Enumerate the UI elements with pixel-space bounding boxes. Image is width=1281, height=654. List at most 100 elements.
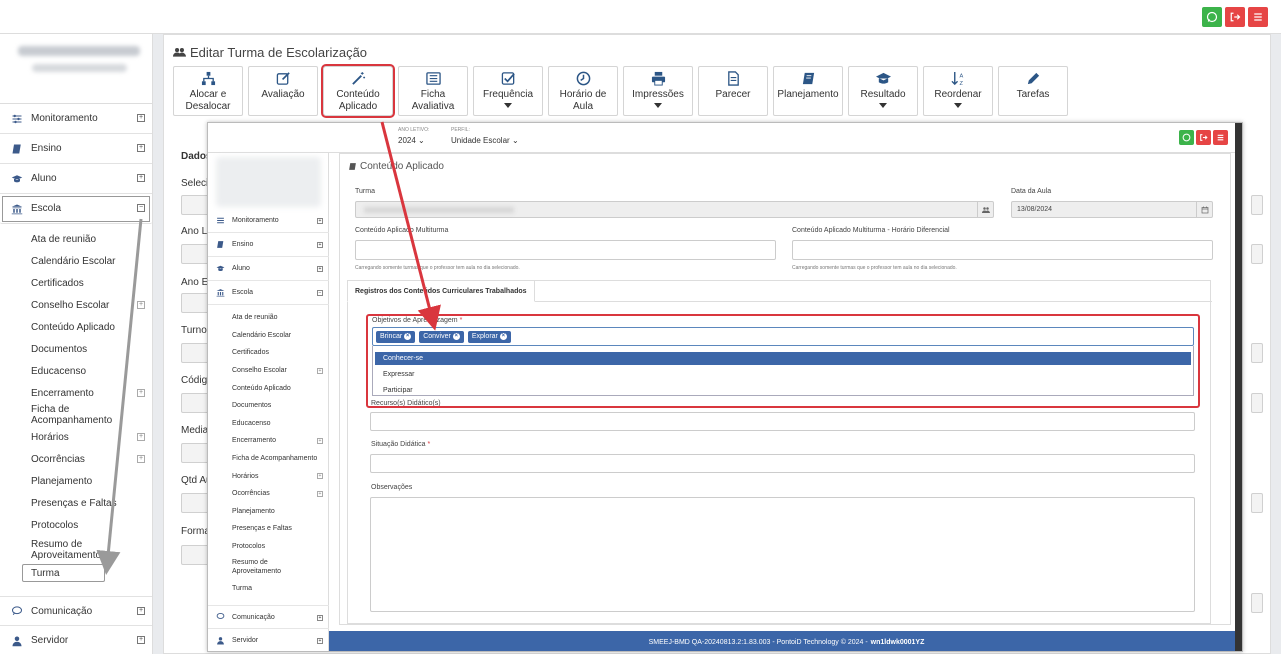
remove-chip-icon[interactable]: × [452,333,460,340]
option-expressar[interactable]: Expressar [373,367,1193,381]
horario-aula-button[interactable]: Horário de Aula [548,66,618,116]
form-input[interactable] [1251,195,1263,215]
submenu-item[interactable]: Conselho Escolar + [208,362,329,380]
sidebar-item-comunicacao[interactable]: Comunicação + [208,605,329,629]
submenu-item[interactable]: Conselho Escolar + [0,294,152,316]
submenu-item[interactable]: Encerramento + [208,432,329,450]
situacao-input[interactable] [370,454,1195,473]
expand-icon[interactable]: + [137,433,145,441]
submenu-item[interactable]: Calendário Escolar [208,327,329,345]
logout-button[interactable] [1196,130,1211,145]
sidebar-item-escola[interactable]: Escola − [0,194,152,224]
parecer-button[interactable]: Parecer [698,66,768,116]
expand-icon[interactable]: + [137,174,145,182]
submenu-item-turma[interactable]: Turma [22,564,105,582]
collapse-icon[interactable]: − [317,290,323,296]
submenu-item[interactable]: Presenças e Faltas [0,492,152,514]
submenu-item[interactable]: Resumo de Aproveitamento [208,555,298,579]
submenu-item[interactable]: Ocorrências + [0,448,152,470]
submenu-item[interactable]: Protocolos [208,538,329,556]
multiturma-input[interactable] [355,240,776,260]
submenu-item[interactable]: Ata de reunião [208,309,329,327]
form-input[interactable] [1251,493,1263,513]
submenu-item[interactable]: Planejamento [0,470,152,492]
submenu-item[interactable]: Ata de reunião [0,228,152,250]
sidebar-item-escola[interactable]: Escola − [208,281,329,305]
expand-icon[interactable]: + [317,242,323,248]
submenu-item[interactable]: Certificados [208,344,329,362]
submenu-item[interactable]: Conteúdo Aplicado [0,316,152,338]
menu-button[interactable] [1248,7,1268,27]
sidebar-item-ensino[interactable]: Ensino + [208,233,329,257]
submenu-item[interactable]: Planejamento [208,503,329,521]
submenu-item[interactable]: Ficha de Acompanhamento [0,404,152,426]
perfil-select[interactable]: Unidade Escolar ⌄ [451,136,519,145]
form-input[interactable] [1251,593,1263,613]
planejamento-button[interactable]: Planejamento [773,66,843,116]
submenu-item[interactable]: Educacenso [208,415,329,433]
users-icon[interactable] [977,202,993,217]
sidebar-item-comunicacao[interactable]: Comunicação + [0,596,152,626]
expand-icon[interactable]: + [137,301,145,309]
data-aula-input[interactable]: 13/08/2024 [1011,201,1213,218]
avaliacao-button[interactable]: Avaliação [248,66,318,116]
multiturma-hd-input[interactable] [792,240,1213,260]
submenu-item[interactable]: Conteúdo Aplicado [208,379,329,397]
conteudo-aplicado-button[interactable]: Conteúdo Aplicado [321,64,395,118]
expand-icon[interactable]: + [317,638,323,644]
calendar-icon[interactable] [1196,202,1212,217]
whatsapp-button[interactable] [1202,7,1222,27]
expand-icon[interactable]: + [317,367,323,374]
reordenar-button[interactable]: AZ Reordenar [923,66,993,116]
submenu-item[interactable]: Educacenso [0,360,152,382]
sidebar-item-monitoramento[interactable]: Monitoramento + [208,209,329,233]
submenu-item[interactable]: Ocorrências + [208,485,329,503]
submenu-item[interactable]: Horários + [208,467,329,485]
sidebar-item-aluno[interactable]: Aluno + [208,257,329,281]
submenu-item[interactable]: Presenças e Faltas [208,520,329,538]
expand-icon[interactable]: + [137,144,145,152]
expand-icon[interactable]: + [137,455,145,463]
submenu-item[interactable]: Documentos [0,338,152,360]
remove-chip-icon[interactable]: × [404,333,412,340]
option-conhecer-se[interactable]: Conhecer-se [375,352,1191,365]
observacoes-textarea[interactable] [370,497,1195,612]
submenu-item[interactable]: Resumo de Aproveitamento [0,536,110,564]
form-input[interactable] [1251,244,1263,264]
logout-button[interactable] [1225,7,1245,27]
submenu-item[interactable]: Ficha de Acompanhamento [208,450,329,468]
submenu-item-turma[interactable]: Turma [208,579,329,597]
alocar-desalocar-button[interactable]: Alocar e Desalocar [173,66,243,116]
expand-icon[interactable]: + [137,607,145,615]
expand-icon[interactable]: + [317,615,323,621]
expand-icon[interactable]: + [317,266,323,272]
frequencia-button[interactable]: Frequência [473,66,543,116]
expand-icon[interactable]: + [137,636,145,644]
form-input[interactable] [1251,343,1263,363]
popup-scrollbar[interactable] [1235,123,1242,651]
resultado-button[interactable]: Resultado [848,66,918,116]
submenu-item[interactable]: Encerramento + [0,382,152,404]
sidebar-item-monitoramento[interactable]: Monitoramento + [0,104,152,134]
expand-icon[interactable]: + [137,389,145,397]
submenu-item[interactable]: Calendário Escolar [0,250,152,272]
recursos-input[interactable] [370,412,1195,431]
collapse-icon[interactable]: − [137,204,145,212]
tab-registros[interactable]: Registros dos Conteúdos Curriculares Tra… [347,280,535,302]
form-input[interactable] [1251,393,1263,413]
whatsapp-button[interactable] [1179,130,1194,145]
menu-button[interactable] [1213,130,1228,145]
expand-icon[interactable]: + [317,473,323,480]
submenu-item[interactable]: Horários + [0,426,152,448]
submenu-item[interactable]: Protocolos [0,514,152,536]
submenu-item[interactable]: Documentos [208,397,329,415]
expand-icon[interactable]: + [317,218,323,224]
expand-icon[interactable]: + [317,438,323,445]
objetivos-multiselect[interactable]: Brincar × Conviver × Explorar × [372,327,1194,346]
sidebar-item-servidor[interactable]: Servidor + [208,629,329,651]
sidebar-item-servidor[interactable]: Servidor + [0,626,152,654]
sidebar-item-aluno[interactable]: Aluno + [0,164,152,194]
ano-letivo-select[interactable]: 2024 ⌄ [398,136,425,145]
ficha-avaliativa-button[interactable]: Ficha Avaliativa [398,66,468,116]
turma-select[interactable] [355,201,994,218]
